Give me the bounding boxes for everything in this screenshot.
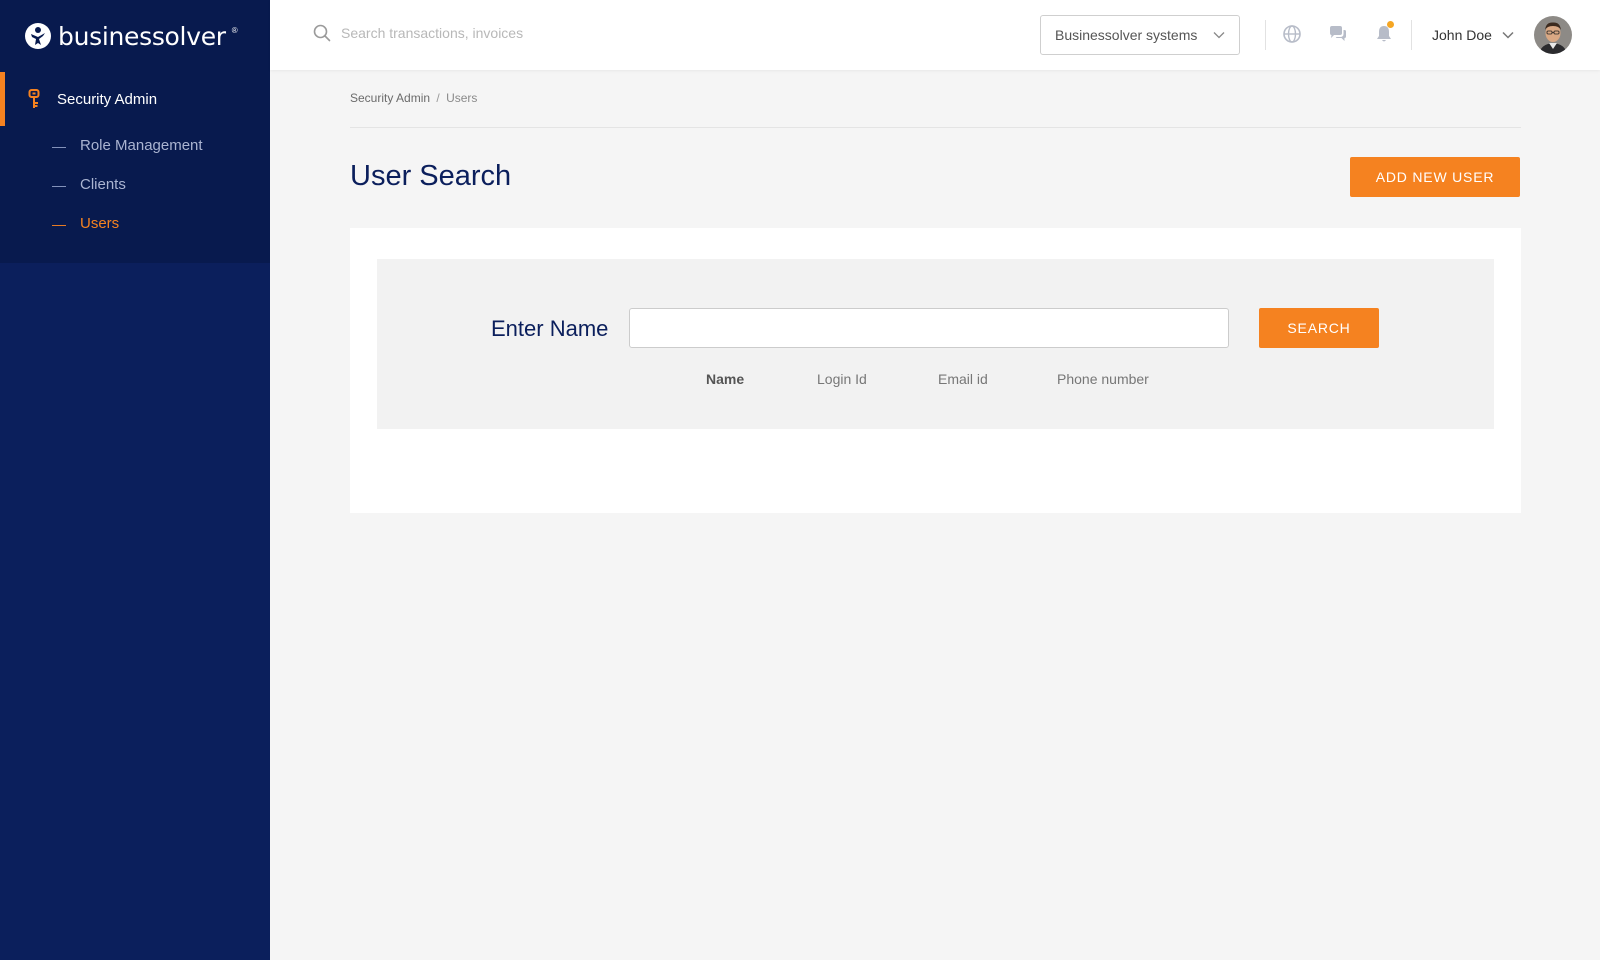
search-button[interactable]: SEARCH xyxy=(1259,308,1379,348)
search-icon[interactable] xyxy=(313,24,331,42)
dash-icon: — xyxy=(52,215,66,232)
user-menu[interactable]: John Doe xyxy=(1432,16,1572,54)
filter-option-name[interactable]: Name xyxy=(706,371,744,387)
breadcrumb-separator: / xyxy=(436,91,440,105)
content-divider xyxy=(350,127,1521,128)
search-card: Enter Name SEARCH Name Login Id Email id… xyxy=(350,228,1521,513)
user-name: John Doe xyxy=(1432,27,1492,43)
filter-option-email-id[interactable]: Email id xyxy=(938,371,988,387)
globe-icon[interactable] xyxy=(1282,24,1302,44)
breadcrumb-parent[interactable]: Security Admin xyxy=(350,91,430,105)
dash-icon: — xyxy=(52,137,66,154)
brand-name: businessolver xyxy=(58,21,226,51)
key-icon xyxy=(28,89,40,108)
enter-name-label: Enter Name xyxy=(491,316,609,341)
top-bar: Businessolver systems John Doe xyxy=(270,0,1600,70)
name-search-input[interactable] xyxy=(629,308,1229,348)
filter-option-login-id[interactable]: Login Id xyxy=(817,371,867,387)
nav-group-security-admin: Security Admin — Role Management — Clien… xyxy=(0,72,270,263)
breadcrumb-current: Users xyxy=(446,91,478,105)
sidebar-item-role-management[interactable]: — Role Management xyxy=(0,126,270,165)
organization-select-value: Businessolver systems xyxy=(1055,27,1198,43)
sidebar-section-label: Security Admin xyxy=(57,90,158,108)
sidebar-item-clients[interactable]: — Clients xyxy=(0,165,270,204)
search-panel: Enter Name SEARCH Name Login Id Email id… xyxy=(377,259,1494,429)
brand-logo[interactable]: businessolver ® xyxy=(0,0,270,72)
sidebar-item-label: Role Management xyxy=(80,137,203,154)
sidebar: businessolver ® Security Admin — Role Ma… xyxy=(0,0,270,960)
notifications-button[interactable] xyxy=(1374,21,1394,44)
divider xyxy=(1265,20,1266,50)
chat-icon[interactable] xyxy=(1328,24,1348,44)
sidebar-item-security-admin[interactable]: Security Admin xyxy=(0,72,270,126)
organization-select[interactable]: Businessolver systems xyxy=(1040,15,1240,55)
brand-mark-icon xyxy=(25,23,51,49)
filter-option-phone-number[interactable]: Phone number xyxy=(1057,371,1149,387)
global-search xyxy=(313,24,621,42)
user-avatar-icon xyxy=(1533,16,1572,54)
brand-trademark: ® xyxy=(231,26,238,35)
notification-badge xyxy=(1387,21,1394,28)
divider xyxy=(1411,20,1412,50)
breadcrumb: Security Admin / Users xyxy=(350,91,477,105)
chevron-down-icon xyxy=(1213,32,1225,39)
dash-icon: — xyxy=(52,176,66,193)
global-search-input[interactable] xyxy=(341,25,621,41)
sidebar-item-label: Users xyxy=(80,215,120,232)
add-new-user-button[interactable]: ADD NEW USER xyxy=(1350,157,1520,197)
sidebar-item-users[interactable]: — Users xyxy=(0,204,270,243)
chevron-down-icon xyxy=(1502,31,1514,39)
avatar[interactable] xyxy=(1533,16,1572,54)
sidebar-item-label: Clients xyxy=(80,176,126,193)
page-title: User Search xyxy=(350,160,512,192)
